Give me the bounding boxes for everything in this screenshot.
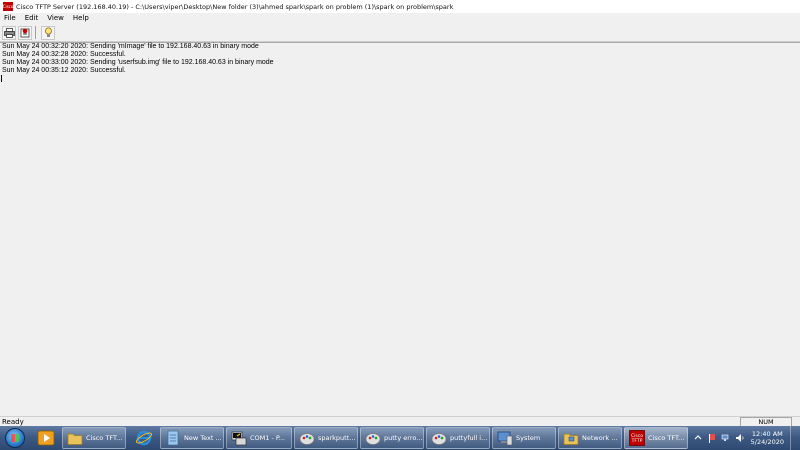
log-line: Sun May 24 00:35:12 2020: Successful. [2, 67, 126, 74]
system-icon [497, 431, 513, 446]
log-icon [20, 28, 29, 38]
app-icon-text: Cisco [2, 3, 14, 9]
log-line: Sun May 24 00:33:00 2020: Sending 'userf… [2, 59, 274, 66]
network-icon [563, 433, 579, 445]
clock[interactable]: 12:40 AM 5/24/2020 [751, 430, 784, 446]
printer-icon [3, 27, 15, 38]
clock-time: 12:40 AM [751, 430, 783, 438]
menu-file[interactable]: File [0, 13, 21, 24]
system-tray: 12:40 AM 5/24/2020 [691, 426, 800, 450]
taskbar-button-paint-2[interactable]: putty erro... [360, 427, 424, 449]
taskbar-button-label: putty erro... [384, 434, 423, 442]
taskbar-button-paint-3[interactable]: puttyfull i... [426, 427, 490, 449]
view-log-button[interactable] [18, 25, 32, 40]
pinned-media-player[interactable] [32, 427, 60, 449]
start-button[interactable] [0, 426, 30, 450]
pinned-internet-explorer[interactable] [130, 427, 158, 449]
notepad-icon [167, 430, 179, 446]
status-text: Ready [2, 418, 24, 426]
log-line: Sun May 24 00:32:28 2020: Successful. [2, 51, 126, 58]
clock-date: 5/24/2020 [750, 438, 784, 446]
taskbar-button-network[interactable]: Network ... [558, 427, 622, 449]
taskbar-button-label: System [516, 434, 541, 442]
menu-help[interactable]: Help [69, 13, 94, 24]
media-player-icon [37, 430, 55, 446]
paint-icon [299, 433, 315, 445]
network-status-icon[interactable] [721, 433, 731, 443]
toolbar-separator [35, 26, 36, 39]
log-area[interactable]: Sun May 24 00:32:20 2020: Sending 'mImag… [0, 42, 800, 416]
taskbar-button-putty[interactable]: COM1 - P... [226, 427, 292, 449]
taskbar-button-system[interactable]: System [492, 427, 556, 449]
taskbar-button-label: Cisco TFT... [86, 434, 123, 442]
cisco-tftp-icon: Cisco TFTP [629, 430, 645, 446]
about-button[interactable] [41, 25, 55, 40]
paint-icon [431, 433, 447, 445]
log-line: Sun May 24 00:32:20 2020: Sending 'mImag… [2, 43, 259, 50]
taskbar: Cisco TFT... New Text ... COM1 - P... sp… [0, 426, 800, 450]
help-icon [44, 27, 52, 37]
menu-bar: File Edit View Help [0, 13, 800, 24]
title-bar[interactable]: Cisco Cisco TFTP Server (192.168.40.19) … [0, 0, 800, 14]
folder-icon [67, 433, 83, 445]
taskbar-button-label: Cisco TFT... [648, 434, 685, 442]
action-center-flag-icon[interactable] [707, 433, 717, 443]
window-title: Cisco TFTP Server (192.168.40.19) - C:\U… [16, 2, 454, 11]
toolbar [0, 24, 800, 42]
taskbar-button-paint-1[interactable]: sparkputt... [294, 427, 358, 449]
putty-icon [231, 431, 247, 446]
volume-icon[interactable] [735, 433, 745, 443]
show-desktop-button[interactable] [790, 426, 800, 450]
taskbar-button-label: Network ... [582, 434, 618, 442]
windows-logo-icon [5, 428, 25, 448]
cisco-tftp-icon: Cisco [3, 2, 13, 11]
paint-icon [365, 433, 381, 445]
menu-edit[interactable]: Edit [21, 13, 44, 24]
taskbar-button-cisco-tftp[interactable]: Cisco TFTP Cisco TFT... [624, 427, 688, 449]
print-button[interactable] [2, 25, 16, 40]
menu-view[interactable]: View [43, 13, 69, 24]
taskbar-button-label: sparkputt... [318, 434, 356, 442]
internet-explorer-icon [135, 430, 153, 446]
taskbar-button-cisco-folder[interactable]: Cisco TFT... [62, 427, 126, 449]
taskbar-button-notepad[interactable]: New Text ... [160, 427, 224, 449]
taskbar-button-label: New Text ... [184, 434, 222, 442]
chevron-up-icon[interactable] [693, 433, 703, 443]
taskbar-button-label: COM1 - P... [250, 434, 285, 442]
svg-text:TFTP: TFTP [631, 438, 643, 444]
text-caret [1, 75, 2, 82]
taskbar-button-label: puttyfull i... [450, 434, 488, 442]
